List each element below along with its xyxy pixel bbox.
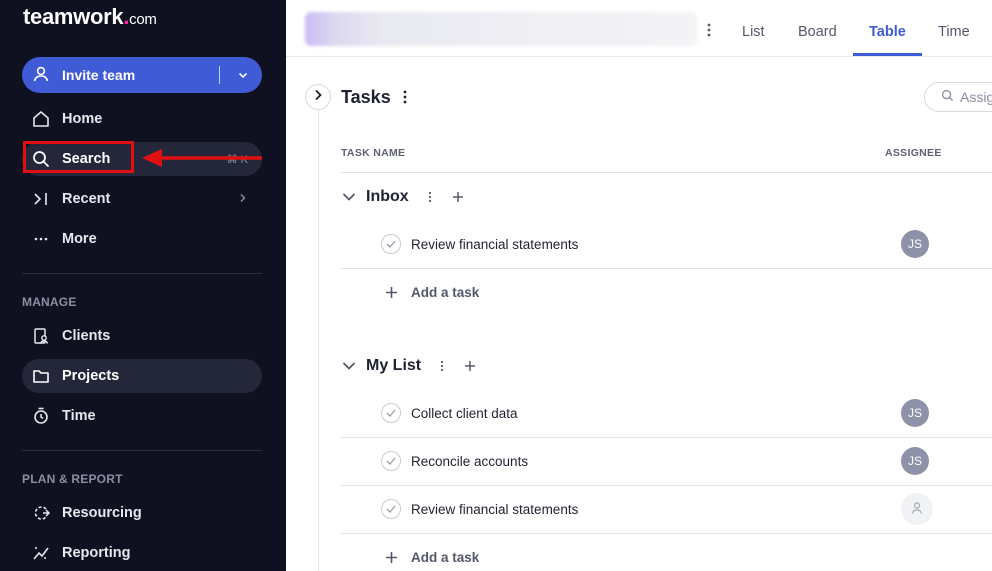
tab-list[interactable]: List: [742, 24, 765, 40]
sidebar-item-label: Resourcing: [62, 505, 142, 521]
sidebar-item-label: Home: [62, 111, 103, 127]
sidebar-item-label: Time: [62, 408, 96, 424]
timer-icon: [30, 405, 52, 427]
table-row[interactable]: Collect client data JS: [340, 389, 992, 437]
sidebar-item-recent[interactable]: Recent: [22, 182, 262, 216]
active-tab-indicator: [853, 53, 922, 56]
invite-team-label: Invite team: [62, 67, 136, 83]
sidebar-item-label: Reporting: [62, 545, 131, 561]
unassigned-avatar[interactable]: [901, 493, 933, 525]
home-icon: [30, 108, 52, 130]
task-name[interactable]: Review financial statements: [411, 237, 578, 252]
sidebar-item-more[interactable]: More: [22, 222, 262, 256]
task-group-name: My List: [366, 357, 422, 374]
sidebar-item-time[interactable]: Time: [22, 399, 262, 433]
expand-panel-button[interactable]: [305, 84, 331, 110]
row-divider: [340, 533, 992, 534]
assignee-search-placeholder: Assig: [960, 89, 992, 105]
sidebar-item-label: Clients: [62, 328, 111, 344]
sidebar-item-reporting[interactable]: Reporting: [22, 536, 262, 570]
project-title-blurred: [305, 12, 697, 46]
task-name[interactable]: Review financial statements: [411, 502, 578, 517]
user-placeholder-icon: [910, 501, 924, 518]
folder-icon: [30, 365, 52, 387]
column-header-task-name[interactable]: TASK NAME: [341, 147, 405, 159]
column-header-assignee[interactable]: ASSIGNEE: [885, 147, 942, 159]
project-options-kebab-icon[interactable]: [706, 22, 712, 43]
sidebar-item-resourcing[interactable]: Resourcing: [22, 496, 262, 530]
chevron-right-icon: [238, 193, 248, 206]
annotation-highlight-box: [23, 141, 134, 173]
chevron-down-icon[interactable]: [340, 192, 358, 202]
group-add-plus-icon[interactable]: [461, 357, 479, 375]
header-divider: [340, 172, 992, 173]
project-topbar: List Board Table Time: [286, 0, 992, 57]
sidebar: teamwork.com Invite team Home Search ⌘ K…: [0, 0, 286, 571]
task-complete-check-icon[interactable]: [381, 234, 401, 254]
user-icon: [32, 65, 50, 86]
table-row[interactable]: Review financial statements: [340, 485, 992, 533]
sidebar-item-home[interactable]: Home: [22, 102, 262, 136]
tab-table[interactable]: Table: [869, 24, 906, 40]
add-task-button[interactable]: Add a task: [382, 285, 479, 300]
logo-word: teamwork: [23, 4, 124, 29]
assignee-search-input[interactable]: Assig: [924, 82, 992, 112]
add-task-label: Add a task: [411, 550, 480, 565]
recent-icon: [30, 188, 52, 210]
invite-separator: [219, 66, 220, 84]
row-divider: [340, 268, 992, 269]
task-complete-check-icon[interactable]: [381, 499, 401, 519]
sidebar-item-label: Recent: [62, 191, 111, 207]
avatar[interactable]: JS: [901, 399, 929, 427]
task-name[interactable]: Reconcile accounts: [411, 454, 528, 469]
page-title: Tasks: [341, 87, 391, 107]
add-task-button[interactable]: Add a task: [382, 550, 479, 565]
add-task-label: Add a task: [411, 285, 480, 300]
task-complete-check-icon[interactable]: [381, 403, 401, 423]
task-complete-check-icon[interactable]: [381, 451, 401, 471]
group-options-kebab-icon[interactable]: [433, 357, 451, 375]
plus-icon: [382, 551, 400, 564]
sidebar-item-label: Projects: [62, 368, 120, 384]
table-row[interactable]: Reconcile accounts JS: [340, 437, 992, 485]
sidebar-item-projects[interactable]: Projects: [22, 359, 262, 393]
invite-team-button[interactable]: Invite team: [22, 57, 262, 93]
task-group-name: Inbox: [366, 188, 409, 205]
group-options-kebab-icon[interactable]: [421, 188, 439, 206]
sidebar-item-label: More: [62, 231, 97, 247]
clients-icon: [30, 325, 52, 347]
teamwork-logo[interactable]: teamwork.com: [23, 4, 157, 30]
avatar[interactable]: JS: [901, 230, 929, 258]
logo-suffix: com: [129, 11, 157, 28]
group-add-plus-icon[interactable]: [449, 188, 467, 206]
table-row[interactable]: Review financial statements JS: [340, 220, 992, 268]
chevron-down-icon[interactable]: [340, 361, 358, 371]
section-title-plan-report: PLAN & REPORT: [22, 472, 123, 486]
task-name[interactable]: Collect client data: [411, 406, 518, 421]
task-group-header[interactable]: Inbox: [340, 185, 467, 209]
tasks-options-kebab-icon[interactable]: [402, 89, 408, 110]
avatar[interactable]: JS: [901, 447, 929, 475]
timeline-guide: [318, 110, 319, 571]
task-group-header[interactable]: My List: [340, 354, 479, 378]
sidebar-divider: [22, 273, 262, 274]
reporting-icon: [30, 542, 52, 564]
more-dots-icon: [30, 228, 52, 250]
chevron-right-icon: [313, 88, 323, 106]
sidebar-divider: [22, 450, 262, 451]
tab-time[interactable]: Time: [938, 24, 970, 40]
invite-dropdown-chevron-icon[interactable]: [230, 69, 256, 81]
tab-board[interactable]: Board: [798, 24, 837, 40]
resourcing-icon: [30, 502, 52, 524]
plus-icon: [382, 286, 400, 299]
search-icon: [941, 89, 954, 105]
annotation-arrow-icon: [142, 149, 262, 167]
sidebar-item-clients[interactable]: Clients: [22, 319, 262, 353]
section-title-manage: MANAGE: [22, 295, 77, 309]
